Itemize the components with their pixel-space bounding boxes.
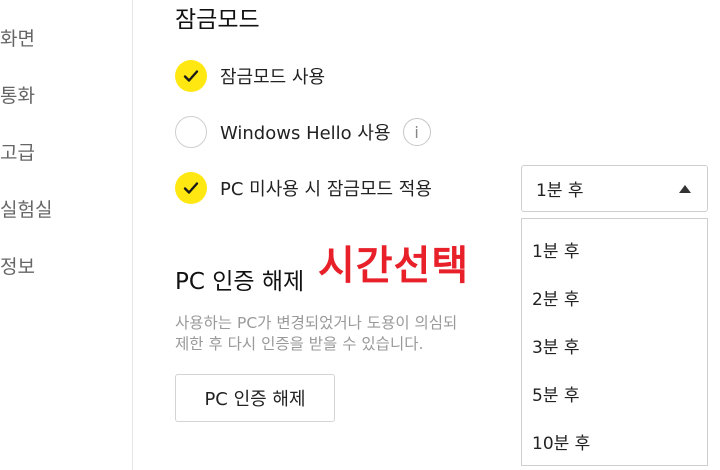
sidebar-item-advanced[interactable]: 고급: [0, 138, 35, 165]
info-icon[interactable]: i: [402, 118, 431, 146]
checkbox-checked[interactable]: [175, 60, 207, 92]
option-label: Windows Hello 사용: [220, 123, 391, 144]
settings-sidebar: 화면 통화 고급 실험실 정보: [0, 0, 133, 470]
annotation-label: 시간선택: [318, 243, 470, 289]
sidebar-item-lab[interactable]: 실험실: [0, 195, 52, 222]
chevron-up-icon: [679, 185, 691, 193]
description-line: 제한 후 다시 인증을 받을 수 있습니다.: [175, 335, 424, 353]
option-label: PC 미사용 시 잠금모드 적용: [220, 179, 432, 200]
windows-hello-option[interactable]: Windows Hello 사용 i: [175, 115, 431, 149]
lock-mode-title: 잠금모드: [175, 7, 260, 33]
timeout-select[interactable]: 1분 후: [521, 165, 708, 212]
pc-auth-title: PC 인증 해제: [175, 269, 305, 295]
option-label: 잠금모드 사용: [220, 67, 326, 88]
pc-auth-description: 사용하는 PC가 변경되었거나 도용이 의심되 제한 후 다시 인증을 받을 수…: [175, 313, 521, 355]
idle-lock-option[interactable]: PC 미사용 시 잠금모드 적용: [175, 171, 432, 205]
pc-auth-release-button[interactable]: PC 인증 해제: [175, 374, 335, 422]
sidebar-item-info[interactable]: 정보: [0, 252, 35, 279]
select-value: 1분 후: [536, 181, 584, 201]
dropdown-option[interactable]: 2분 후: [532, 285, 580, 310]
checkmark-icon: [183, 182, 199, 194]
dropdown-option[interactable]: 1분 후: [532, 237, 580, 262]
checkbox-checked[interactable]: [175, 172, 207, 204]
lock-mode-option[interactable]: 잠금모드 사용: [175, 59, 325, 93]
dropdown-option[interactable]: 3분 후: [532, 333, 580, 358]
description-line: 사용하는 PC가 변경되었거나 도용이 의심되: [175, 314, 458, 332]
dropdown-option[interactable]: 5분 후: [532, 381, 580, 406]
timeout-dropdown-list: 1분 후 2분 후 3분 후 5분 후 10분 후: [521, 218, 708, 466]
sidebar-item-call[interactable]: 통화: [0, 81, 35, 108]
checkbox-unchecked[interactable]: [175, 116, 207, 148]
sidebar-item-display[interactable]: 화면: [0, 24, 35, 51]
dropdown-option[interactable]: 10분 후: [532, 429, 590, 454]
checkmark-icon: [183, 70, 199, 82]
